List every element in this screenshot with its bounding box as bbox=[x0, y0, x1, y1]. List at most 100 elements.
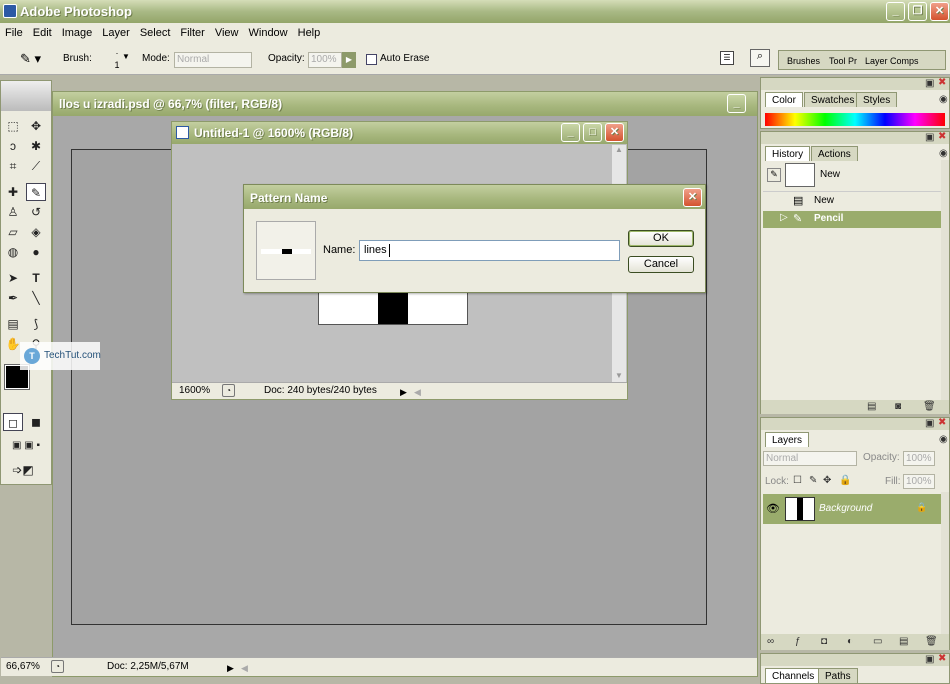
standard-mode-icon[interactable]: ◻ bbox=[3, 413, 23, 431]
adjustment-layer-icon[interactable]: ◐ bbox=[847, 636, 853, 647]
cancel-button[interactable]: Cancel bbox=[628, 256, 694, 273]
opacity-slider-arrow-icon[interactable]: ▶ bbox=[342, 52, 356, 68]
back-document-hscroll-left-icon[interactable]: ◀ bbox=[241, 660, 248, 676]
new-snapshot-icon[interactable]: ◙ bbox=[895, 401, 901, 412]
close-button[interactable]: ✕ bbox=[930, 2, 949, 21]
blend-mode-select[interactable]: Normal bbox=[763, 451, 857, 466]
front-document-zoom[interactable]: 1600% bbox=[179, 383, 210, 399]
vscroll-down-icon[interactable]: ▼ bbox=[615, 371, 623, 380]
file-browser-icon[interactable]: ⌕ bbox=[750, 49, 770, 67]
layer-visibility-eye-icon[interactable]: 👁 bbox=[766, 502, 780, 515]
dodge-tool-icon[interactable]: ● bbox=[26, 243, 46, 261]
front-document-close-button[interactable]: ✕ bbox=[605, 123, 624, 142]
menu-help[interactable]: Help bbox=[293, 23, 326, 43]
front-document-status-menu-arrow-icon[interactable]: ▶ bbox=[400, 384, 407, 400]
new-document-from-state-icon[interactable]: ▤ bbox=[867, 401, 876, 412]
back-document-status-menu-arrow-icon[interactable]: ▶ bbox=[227, 660, 234, 676]
slice-tool-icon[interactable]: ⟋ bbox=[26, 157, 46, 175]
back-document-status-icon[interactable]: ◔ bbox=[51, 660, 64, 673]
link-layers-icon[interactable]: ∞ bbox=[767, 636, 774, 647]
history-panel-menu-icon[interactable]: ◉ bbox=[939, 148, 948, 159]
channels-panel-close-icon[interactable]: ✖ bbox=[938, 653, 946, 664]
layers-panel-close-icon[interactable]: ✖ bbox=[938, 417, 946, 428]
lasso-tool-icon[interactable]: ↄ bbox=[3, 137, 23, 155]
layer-mask-icon[interactable]: ◘ bbox=[821, 636, 827, 647]
front-document-minimize-button[interactable]: _ bbox=[561, 123, 580, 142]
history-vscroll[interactable] bbox=[941, 160, 949, 400]
back-document-minimize-button[interactable]: _ bbox=[727, 94, 746, 113]
lock-position-icon[interactable]: ✥ bbox=[823, 475, 831, 486]
opacity-input[interactable]: 100% bbox=[308, 52, 342, 68]
tab-history[interactable]: History bbox=[765, 146, 811, 161]
path-selection-tool-icon[interactable]: ➤ bbox=[3, 269, 23, 287]
layer-opacity-input[interactable]: 100% bbox=[903, 451, 935, 466]
restore-button[interactable]: ❐ bbox=[908, 2, 927, 21]
healing-brush-tool-icon[interactable]: ✚ bbox=[3, 183, 23, 201]
new-group-icon[interactable]: ▭ bbox=[873, 636, 882, 647]
well-tab-tool-presets[interactable]: Tool Pr bbox=[829, 56, 857, 66]
front-document-hscroll-left-icon[interactable]: ◀ bbox=[414, 384, 421, 400]
vscroll-up-icon[interactable]: ▲ bbox=[615, 145, 623, 154]
history-snapshot[interactable]: ✎ New bbox=[763, 162, 941, 190]
dialog-close-button[interactable]: ✕ bbox=[683, 188, 702, 207]
layers-vscroll[interactable] bbox=[941, 492, 949, 634]
back-document-title-bar[interactable]: llos u izradi.psd @ 66,7% (filter, RGB/8… bbox=[53, 92, 757, 116]
menu-image[interactable]: Image bbox=[57, 23, 98, 43]
menu-edit[interactable]: Edit bbox=[28, 23, 57, 43]
pen-tool-icon[interactable]: ✒ bbox=[3, 289, 23, 307]
tab-channels[interactable]: Channels bbox=[765, 668, 822, 683]
tab-actions[interactable]: Actions bbox=[811, 146, 858, 161]
magic-wand-tool-icon[interactable]: ✱ bbox=[26, 137, 46, 155]
history-delete-icon[interactable]: 🗑 bbox=[923, 401, 936, 412]
mode-select[interactable]: Normal bbox=[174, 52, 252, 68]
blur-tool-icon[interactable]: ◍ bbox=[3, 243, 23, 261]
history-panel-minimize-icon[interactable]: ▣ bbox=[925, 132, 934, 143]
layers-panel-menu-icon[interactable]: ◉ bbox=[939, 434, 948, 445]
quick-mask-mode-icon[interactable]: ◼ bbox=[26, 413, 46, 431]
well-tab-brushes[interactable]: Brushes bbox=[787, 56, 820, 66]
type-tool-icon[interactable]: T bbox=[26, 269, 46, 287]
lock-image-icon[interactable]: ✎ bbox=[809, 475, 817, 486]
line-tool-icon[interactable]: ╲ bbox=[26, 289, 46, 307]
menu-window[interactable]: Window bbox=[244, 23, 293, 43]
history-brush-tool-icon[interactable]: ↺ bbox=[26, 203, 46, 221]
back-document-zoom[interactable]: 66,67% bbox=[6, 659, 40, 675]
menu-select[interactable]: Select bbox=[135, 23, 176, 43]
tab-swatches[interactable]: Swatches bbox=[804, 92, 862, 107]
color-panel-menu-icon[interactable]: ◉ bbox=[939, 94, 948, 105]
menu-view[interactable]: View bbox=[210, 23, 244, 43]
auto-erase-checkbox[interactable] bbox=[366, 54, 377, 65]
tab-color[interactable]: Color bbox=[765, 92, 803, 107]
brush-dropdown-icon[interactable]: ▼ bbox=[122, 52, 130, 61]
pencil-tool-icon[interactable]: ✎ bbox=[26, 183, 46, 201]
pattern-canvas[interactable] bbox=[318, 290, 468, 325]
menu-file[interactable]: File bbox=[0, 23, 28, 43]
channels-panel-minimize-icon[interactable]: ▣ bbox=[925, 654, 934, 665]
marquee-tool-icon[interactable]: ⬚ bbox=[3, 117, 23, 135]
eraser-tool-icon[interactable]: ▱ bbox=[3, 223, 23, 241]
screen-mode-icon[interactable]: ▣ ▣ ▪ bbox=[3, 437, 49, 455]
tab-layers[interactable]: Layers bbox=[765, 432, 810, 447]
history-item-new[interactable]: ▤ New bbox=[763, 191, 941, 210]
pattern-name-input[interactable]: lines bbox=[359, 240, 620, 261]
color-panel-minimize-icon[interactable]: ▣ bbox=[925, 78, 934, 89]
pencil-preset-icon[interactable]: ✎ ▾ bbox=[20, 51, 41, 67]
color-panel-close-icon[interactable]: ✖ bbox=[938, 77, 946, 88]
eyedropper-tool-icon[interactable]: ⟆ bbox=[26, 315, 46, 333]
color-spectrum-ramp[interactable] bbox=[765, 113, 945, 126]
menu-layer[interactable]: Layer bbox=[97, 23, 135, 43]
new-layer-icon[interactable]: ▤ bbox=[899, 636, 908, 647]
menu-filter[interactable]: Filter bbox=[175, 23, 209, 43]
clone-stamp-tool-icon[interactable]: ♙ bbox=[3, 203, 23, 221]
move-tool-icon[interactable]: ✥ bbox=[26, 117, 46, 135]
front-document-status-icon[interactable]: ◔ bbox=[222, 384, 235, 397]
ok-button[interactable]: OK bbox=[628, 230, 694, 247]
layer-row-background[interactable]: 👁 Background 🔒 bbox=[763, 494, 941, 524]
jump-to-imageready-icon[interactable]: ➩◩ bbox=[3, 461, 43, 479]
paint-bucket-tool-icon[interactable]: ◈ bbox=[26, 223, 46, 241]
history-item-pencil[interactable]: ▷ ✎ Pencil bbox=[763, 211, 941, 228]
front-document-title-bar[interactable]: Untitled-1 @ 1600% (RGB/8) _ □ ✕ bbox=[172, 122, 627, 144]
fill-input[interactable]: 100% bbox=[903, 474, 935, 489]
dialog-title-bar[interactable]: Pattern Name ✕ bbox=[244, 185, 705, 209]
lock-transparent-icon[interactable]: ☐ bbox=[793, 475, 802, 486]
